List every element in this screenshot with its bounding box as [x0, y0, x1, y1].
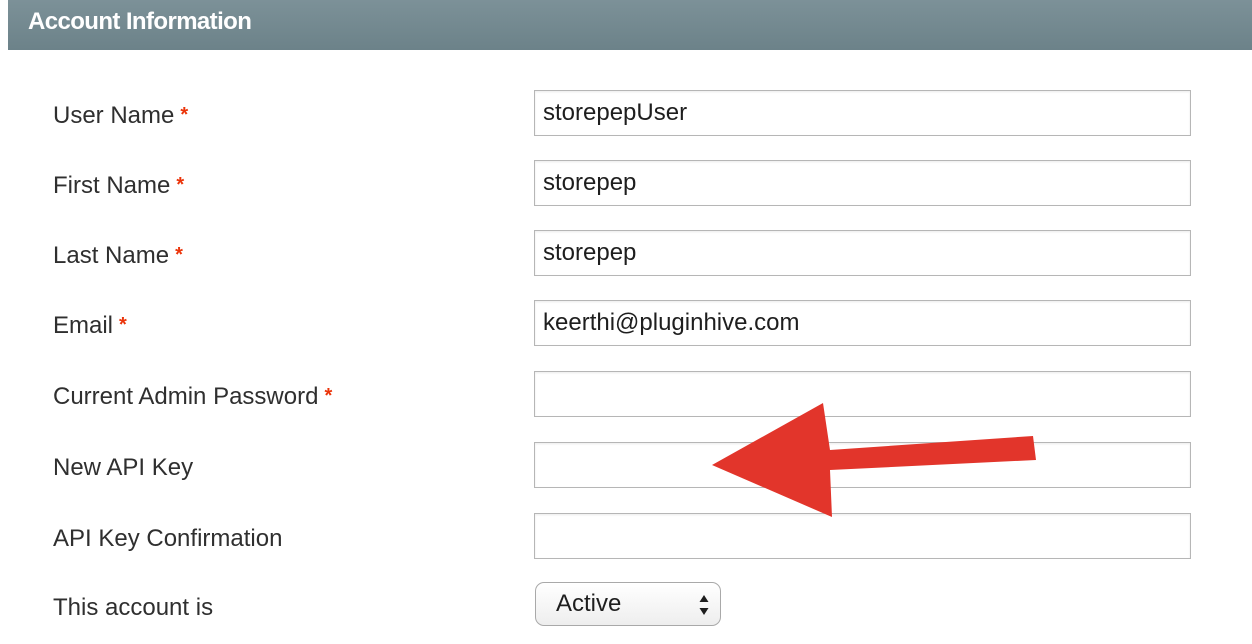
required-marker: *: [119, 314, 127, 336]
last-name-input[interactable]: [534, 230, 1191, 276]
required-marker: *: [175, 244, 183, 266]
select-updown-icon: [699, 595, 709, 615]
first-name-input[interactable]: [534, 160, 1191, 206]
account-status-label: This account is: [53, 594, 214, 621]
account-status-value: Active: [556, 590, 622, 617]
form-row-api-key-confirmation: API Key Confirmation: [0, 513, 1252, 563]
form-row-email: Email *: [0, 300, 1252, 350]
api-key-confirmation-label: API Key Confirmation: [53, 525, 283, 552]
form-row-new-api-key: New API Key: [0, 442, 1252, 492]
new-api-key-label: New API Key: [53, 454, 194, 481]
first-name-label: First Name *: [53, 172, 185, 199]
required-marker: *: [180, 104, 189, 126]
email-input[interactable]: [534, 300, 1191, 346]
form-row-current-admin-password: Current Admin Password *: [0, 371, 1252, 421]
form-row-account-status: This account is Active: [0, 582, 1252, 632]
email-label: Email *: [53, 312, 127, 339]
last-name-label: Last Name *: [53, 242, 183, 269]
user-name-label: User Name *: [53, 102, 189, 129]
form-row-last-name: Last Name *: [0, 230, 1252, 280]
account-status-select[interactable]: Active: [535, 582, 721, 626]
form-row-user-name: User Name *: [0, 90, 1252, 140]
required-marker: *: [176, 174, 185, 196]
current-admin-password-label: Current Admin Password *: [53, 383, 333, 410]
required-marker: *: [324, 385, 333, 407]
user-name-input[interactable]: [534, 90, 1191, 136]
section-title: Account Information: [28, 8, 252, 35]
red-arrow-icon: [712, 403, 1036, 517]
section-header: Account Information: [8, 0, 1252, 50]
form-row-first-name: First Name *: [0, 160, 1252, 210]
